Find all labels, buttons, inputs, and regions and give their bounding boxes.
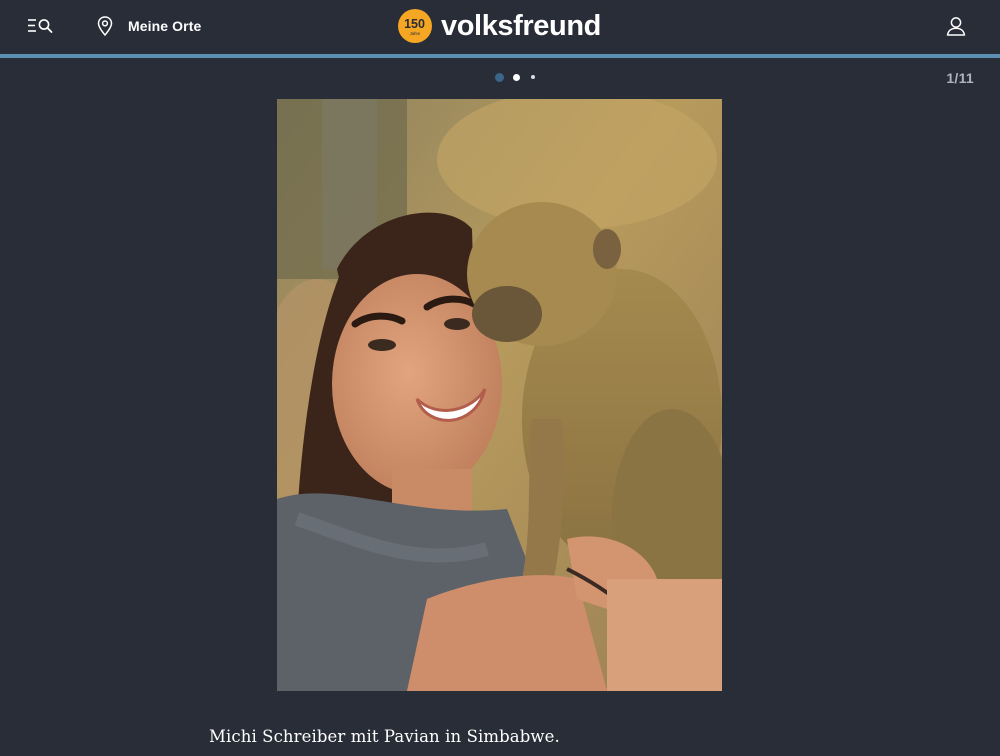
pagination-dot[interactable] <box>513 74 520 81</box>
woman-with-baboon-photo <box>277 99 722 691</box>
user-icon <box>946 17 966 36</box>
badge-number: 150 <box>404 17 425 31</box>
location-pin-icon <box>97 16 113 37</box>
site-header: Meine Orte 150 Jahre volksfreund <box>0 0 1000 54</box>
image-counter: 1/11 <box>946 70 974 86</box>
badge-subtext: Jahre <box>410 31 421 36</box>
pagination-dot-active[interactable] <box>495 73 504 82</box>
header-accent-rule <box>0 54 1000 58</box>
brand-name: volksfreund <box>441 10 601 42</box>
menu-search-button[interactable] <box>25 14 55 38</box>
pagination-dot-small[interactable] <box>531 75 535 79</box>
anniversary-badge-icon: 150 Jahre <box>398 9 432 43</box>
volksfreund-logo[interactable]: 150 Jahre volksfreund <box>398 8 601 44</box>
gallery-photo[interactable] <box>277 99 722 691</box>
menu-search-icon <box>28 19 53 33</box>
account-button[interactable] <box>944 14 968 38</box>
my-places-link[interactable]: Meine Orte <box>96 13 201 39</box>
gallery-pagination <box>494 72 540 84</box>
my-places-label: Meine Orte <box>128 18 202 34</box>
image-caption: Michi Schreiber mit Pavian in Simbabwe. <box>209 727 560 746</box>
